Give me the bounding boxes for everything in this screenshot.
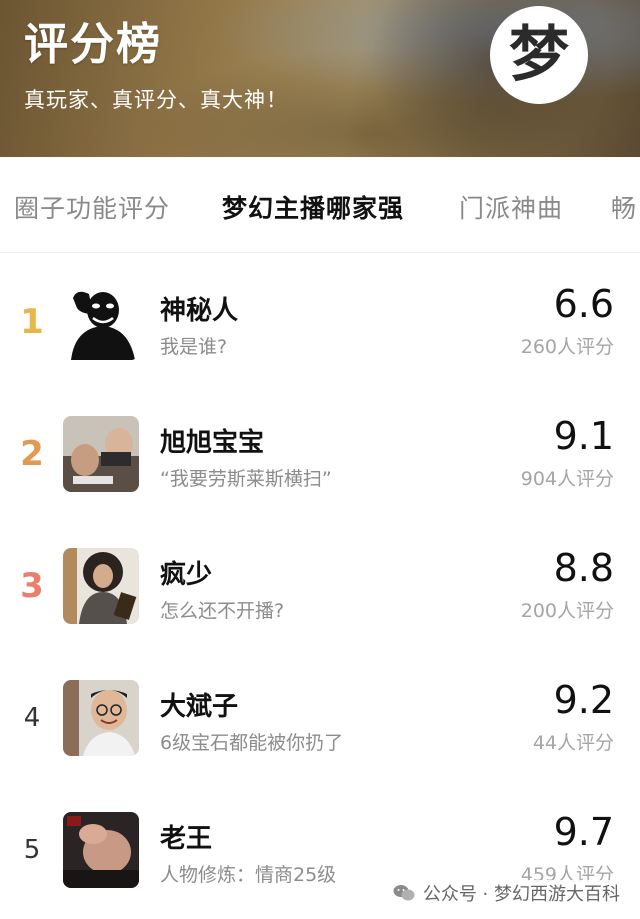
streamer-desc: “我要劳斯莱斯横扫” <box>160 468 332 490</box>
avatar <box>63 416 139 492</box>
tab-circle-features[interactable]: 圈子功能评分 <box>14 189 170 225</box>
streamer-name: 老王 <box>160 824 213 854</box>
list-item[interactable]: 2 旭旭宝宝 “我要劳斯莱斯横扫” 9.1 904人评分 <box>0 386 640 518</box>
brand-logo-text: 梦 <box>509 20 569 90</box>
streamer-desc: 怎么还不开播? <box>160 600 285 622</box>
avatar <box>63 680 139 756</box>
tab-more[interactable]: 畅 <box>611 189 637 225</box>
glasses-photo-icon <box>63 680 139 756</box>
streamer-name: 大斌子 <box>160 692 239 722</box>
rating-count: 44人评分 <box>532 732 614 754</box>
streamer-name: 神秘人 <box>160 296 239 326</box>
mystery-figure-icon <box>63 284 139 360</box>
dark-photo-icon <box>63 812 139 888</box>
streamer-desc: 我是谁? <box>160 336 228 358</box>
page-title: 评分榜 <box>24 19 162 70</box>
list-item[interactable]: 4 大斌子 6级宝石都能被你扔了 9.2 44人评分 <box>0 650 640 782</box>
rank-number: 3 <box>20 566 44 606</box>
rank-number: 5 <box>23 835 41 865</box>
watermark: 公众号 · 梦幻西游大百科 <box>392 880 620 906</box>
rating-score: 8.8 <box>553 546 614 590</box>
rating-score: 9.7 <box>553 810 614 854</box>
rank-number: 4 <box>23 703 41 733</box>
page-subtitle: 真玩家、真评分、真大神！ <box>24 88 288 112</box>
streamer-name: 疯少 <box>160 560 213 590</box>
streamer-name: 旭旭宝宝 <box>160 428 265 458</box>
tab-sect-music[interactable]: 门派神曲 <box>459 189 563 225</box>
avatar <box>63 812 139 888</box>
list-item[interactable]: 3 疯少 怎么还不开播? 8.8 200人评分 <box>0 518 640 650</box>
avatar <box>63 548 139 624</box>
brand-logo: 梦 <box>490 6 588 104</box>
rating-count: 260人评分 <box>520 336 614 358</box>
category-tabs: 圈子功能评分 梦幻主播哪家强 门派神曲 畅 <box>0 157 640 253</box>
streamer-desc: 人物修炼：情商25级 <box>160 864 337 886</box>
rank-number: 2 <box>20 434 44 474</box>
wechat-icon <box>393 885 415 901</box>
rating-count: 904人评分 <box>520 468 614 490</box>
longhair-photo-icon <box>63 548 139 624</box>
avatar <box>63 284 139 360</box>
rank-number: 1 <box>20 302 44 342</box>
streamer-desc: 6级宝石都能被你扔了 <box>160 732 344 754</box>
rating-score: 9.2 <box>553 678 614 722</box>
watermark-text: 公众号 · 梦幻西游大百科 <box>422 884 620 905</box>
tab-streamers[interactable]: 梦幻主播哪家强 <box>222 189 404 225</box>
header-banner: 评分榜 真玩家、真评分、真大神！ 梦 <box>0 0 640 157</box>
rating-count: 200人评分 <box>520 600 614 622</box>
list-item[interactable]: 1 神秘人 我是谁? 6.6 260人评分 <box>0 254 640 386</box>
streamer-photo-icon <box>63 416 139 492</box>
rating-score: 6.6 <box>553 282 614 326</box>
rating-score: 9.1 <box>553 414 614 458</box>
